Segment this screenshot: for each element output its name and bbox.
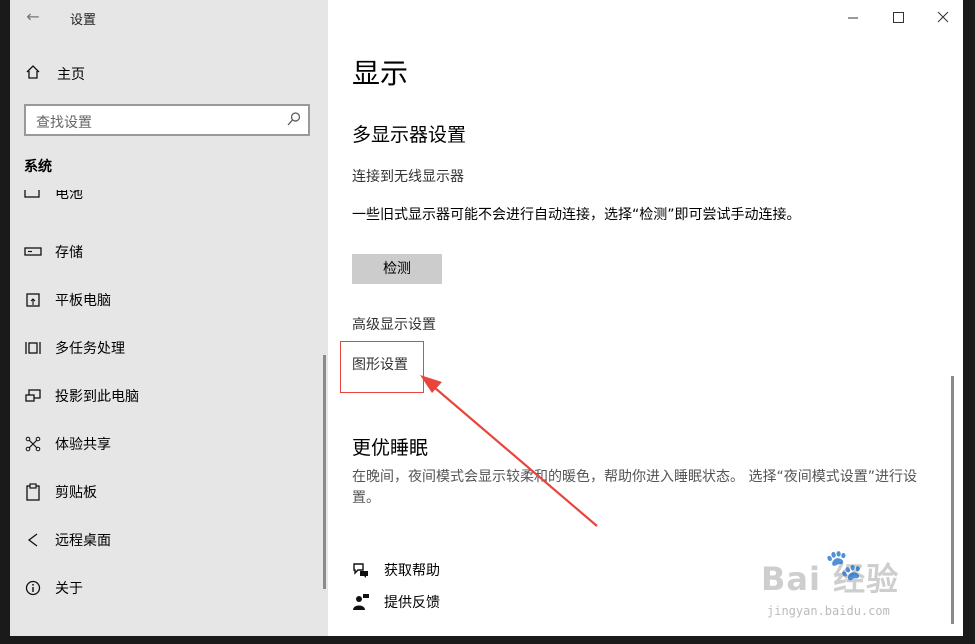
battery-icon bbox=[22, 190, 44, 202]
sidebar-item-multitasking[interactable]: 多任务处理 bbox=[22, 333, 322, 363]
search-placeholder: 查找设置 bbox=[36, 115, 92, 131]
sidebar-item-about[interactable]: 关于 bbox=[22, 573, 322, 603]
maximize-button[interactable] bbox=[885, 6, 911, 28]
sidebar-item-home[interactable]: 主页 bbox=[22, 60, 85, 88]
clipboard-icon bbox=[22, 483, 44, 501]
sidebar-item-clipboard[interactable]: 剪贴板 bbox=[22, 477, 322, 507]
search-icon bbox=[286, 111, 302, 127]
multitasking-icon bbox=[22, 339, 44, 357]
feedback-label: 提供反馈 bbox=[384, 595, 440, 611]
sidebar-item-remote-desktop[interactable]: 远程桌面 bbox=[22, 525, 322, 555]
section-heading: 系统 bbox=[24, 159, 52, 175]
tablet-icon bbox=[22, 291, 44, 309]
sidebar-item-label: 平板电脑 bbox=[55, 293, 111, 309]
sidebar-item-share[interactable]: 体验共享 bbox=[22, 429, 322, 459]
sidebar-item-label: 剪贴板 bbox=[55, 485, 97, 501]
sidebar-item-label: 存储 bbox=[55, 245, 83, 261]
sidebar-item-project[interactable]: 投影到此电脑 bbox=[22, 381, 322, 411]
get-help-label: 获取帮助 bbox=[384, 563, 440, 579]
sidebar-item-label: 多任务处理 bbox=[55, 341, 125, 357]
share-icon bbox=[22, 435, 44, 453]
feedback-person-icon bbox=[352, 593, 370, 611]
back-arrow-icon[interactable]: ← bbox=[22, 6, 44, 28]
home-icon bbox=[22, 64, 44, 84]
sidebar-item-label: 投影到此电脑 bbox=[55, 389, 139, 405]
sidebar-item-storage[interactable]: 存储 bbox=[22, 237, 322, 267]
project-icon bbox=[22, 387, 44, 405]
help-chat-icon bbox=[352, 561, 370, 579]
minimize-button[interactable] bbox=[840, 6, 866, 28]
close-button[interactable] bbox=[930, 6, 956, 28]
paw-icon: 🐾 bbox=[825, 548, 863, 583]
detect-button[interactable]: 检测 bbox=[352, 254, 442, 284]
main-content: 显示 多显示器设置 连接到无线显示器 一些旧式显示器可能不会进行自动连接，选择“… bbox=[328, 0, 963, 636]
app-title: 设置 bbox=[70, 13, 97, 28]
feedback-link[interactable]: 提供反馈 bbox=[352, 590, 440, 614]
multi-display-heading: 多显示器设置 bbox=[352, 124, 467, 146]
watermark: Bai 经验 🐾 jingyan.baidu.com bbox=[755, 548, 955, 628]
sidebar-scrollbar[interactable] bbox=[323, 355, 326, 589]
detect-description: 一些旧式显示器可能不会进行自动连接，选择“检测”即可尝试手动连接。 bbox=[352, 207, 801, 223]
wireless-display-link[interactable]: 连接到无线显示器 bbox=[352, 166, 464, 186]
sidebar-item-label: 体验共享 bbox=[55, 437, 111, 453]
sidebar-item-label: 电池 bbox=[55, 190, 83, 202]
watermark-url: jingyan.baidu.com bbox=[767, 604, 890, 618]
info-icon bbox=[22, 579, 44, 597]
advanced-display-link[interactable]: 高级显示设置 bbox=[352, 314, 436, 334]
search-input[interactable]: 查找设置 bbox=[24, 104, 310, 136]
page-title: 显示 bbox=[352, 57, 409, 90]
sidebar-item-tablet[interactable]: 平板电脑 bbox=[22, 285, 322, 315]
sidebar-item-battery[interactable]: 电池 bbox=[22, 190, 322, 214]
sidebar-item-label: 关于 bbox=[55, 581, 83, 597]
sidebar-item-label: 主页 bbox=[57, 67, 85, 83]
annotation-arrow-icon bbox=[420, 375, 598, 527]
settings-window: ← 设置 主页 查找设置 系统 电池 存储 平板电脑 多任务处理 投影到此电脑 … bbox=[10, 0, 963, 636]
sidebar-item-label: 远程桌面 bbox=[55, 533, 111, 549]
storage-icon bbox=[22, 243, 44, 261]
remote-desktop-icon bbox=[22, 531, 44, 549]
get-help-link[interactable]: 获取帮助 bbox=[352, 558, 440, 582]
sidebar: ← 设置 主页 查找设置 系统 电池 存储 平板电脑 多任务处理 投影到此电脑 … bbox=[10, 0, 328, 636]
graphics-settings-link[interactable]: 图形设置 bbox=[352, 354, 408, 374]
